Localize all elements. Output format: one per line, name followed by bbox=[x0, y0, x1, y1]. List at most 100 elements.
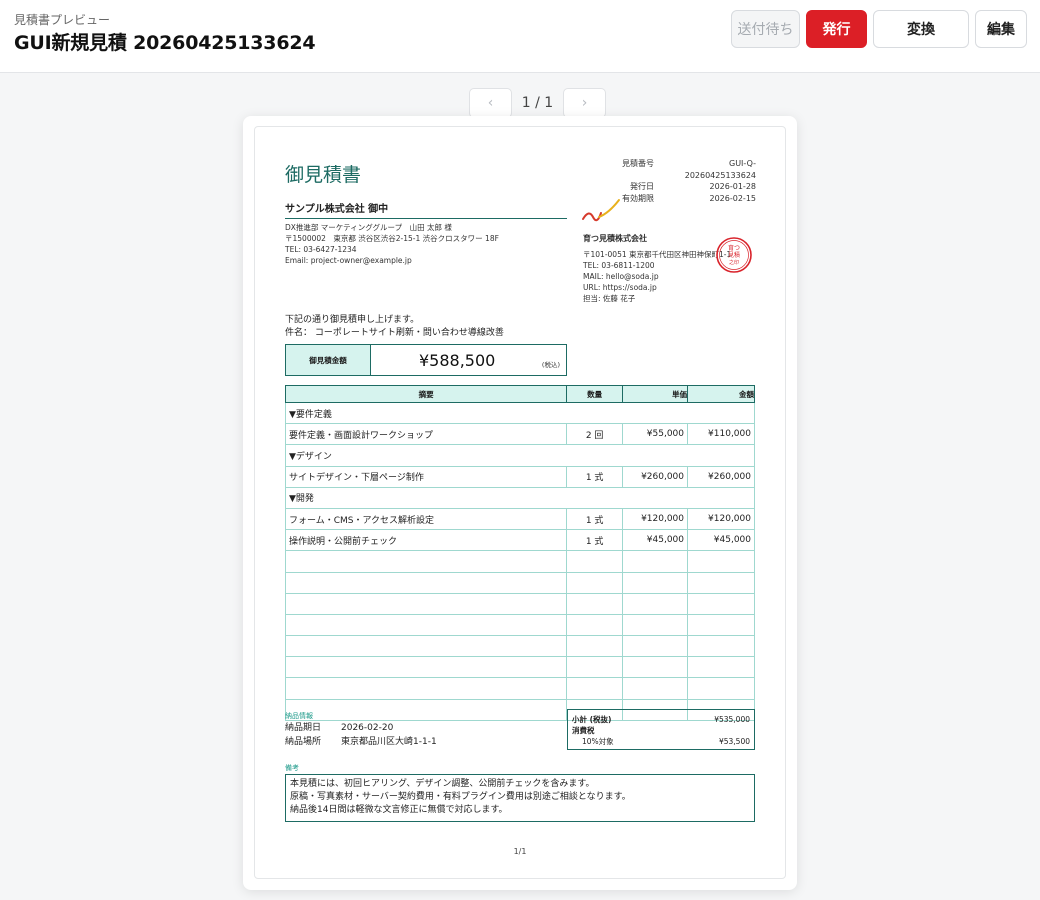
meta-value: 2026-01-28 bbox=[709, 182, 757, 191]
meta-row-issue-date: 発行日 2026-01-28 bbox=[606, 181, 756, 193]
cell-qty: 1 式 bbox=[566, 465, 624, 488]
cell-unit: ¥120,000 bbox=[622, 507, 689, 531]
section-title: ▼デザイン bbox=[285, 444, 755, 467]
issuer-line: TEL: 03-6811-1200 bbox=[583, 261, 655, 270]
company-logo bbox=[582, 199, 620, 222]
cell-qty bbox=[566, 550, 624, 573]
company-seal: 育つ 見積 之印 bbox=[716, 237, 752, 273]
meta-row-number: 見積番号 GUI-Q-20260425133624 bbox=[606, 158, 756, 181]
subtotal-label: 小計 (税抜) bbox=[572, 715, 612, 724]
chevron-right-icon: › bbox=[581, 95, 588, 111]
table-row bbox=[284, 613, 755, 637]
meta-row-expiry: 有効期限 2026-02-15 bbox=[606, 193, 756, 205]
delivery-info: 納品期日 2026-02-20 納品場所 東京都品川区大崎1-1-1 bbox=[285, 721, 437, 749]
table-row bbox=[284, 677, 755, 700]
delivery-date-label: 納品期日 bbox=[285, 723, 322, 733]
cell-amount bbox=[687, 656, 755, 679]
document-title: 御見積書 bbox=[285, 164, 362, 186]
col-header-unit: 単価 bbox=[622, 385, 689, 403]
cell-unit bbox=[622, 677, 689, 700]
delivery-place-label: 納品場所 bbox=[285, 737, 322, 747]
cell-amount bbox=[687, 677, 755, 700]
issuer-line: MAIL: hello@soda.jp bbox=[583, 272, 659, 281]
svg-text:之印: 之印 bbox=[729, 259, 739, 266]
total-amount: ¥588,500 bbox=[419, 351, 496, 370]
tax-rate-row: 10%対象 ¥53,500 bbox=[572, 736, 750, 747]
cell-amount bbox=[687, 613, 755, 637]
cell-amount: ¥110,000 bbox=[687, 423, 755, 446]
table-header-row: 摘要 数量 単価 金額 bbox=[284, 385, 755, 403]
page-indicator: 1 / 1 bbox=[521, 95, 554, 111]
client-info: DX推進部 マーケティンググループ 山田 太郎 様 〒1500002 東京都 渋… bbox=[285, 222, 499, 266]
delivery-place-value: 東京都品川区大崎1-1-1 bbox=[341, 737, 437, 747]
client-name: サンプル株式会社 御中 bbox=[285, 200, 567, 219]
cell-desc bbox=[284, 656, 568, 679]
table-row bbox=[284, 550, 755, 573]
svg-text:見積: 見積 bbox=[728, 251, 740, 259]
cell-desc bbox=[284, 613, 568, 637]
cell-qty: 2 回 bbox=[566, 423, 624, 446]
cell-unit bbox=[622, 635, 689, 658]
meta-label: 見積番号 bbox=[622, 159, 654, 168]
table-row bbox=[284, 656, 755, 679]
line-items-table: 摘要 数量 単価 金額 ▼要件定義 要件定義・画面設計ワークショップ 2 回 ¥55,… bbox=[284, 385, 755, 721]
tax-included-note: (税込) bbox=[541, 361, 560, 369]
cell-desc bbox=[284, 677, 568, 700]
cell-unit bbox=[622, 550, 689, 573]
cell-unit: ¥55,000 bbox=[622, 423, 689, 446]
cell-qty: 1 式 bbox=[566, 529, 624, 552]
issuer-line: 〒101-0051 東京都千代田区神田神保町1-1 bbox=[583, 250, 732, 259]
cell-amount bbox=[687, 635, 755, 658]
cell-unit bbox=[622, 571, 689, 594]
col-header-qty: 数量 bbox=[566, 385, 624, 403]
cell-unit bbox=[622, 613, 689, 637]
meta-value: GUI-Q-20260425133624 bbox=[684, 159, 756, 180]
section-row: ▼要件定義 bbox=[285, 401, 755, 425]
summary-box: 小計 (税抜) ¥535,000 消費税 10%対象 ¥53,500 bbox=[567, 709, 755, 750]
issuer-line: URL: https://soda.jp bbox=[583, 283, 657, 292]
cell-qty bbox=[566, 635, 624, 658]
subtotal-row: 小計 (税抜) ¥535,000 bbox=[572, 714, 750, 725]
table-row: サイトデザイン・下層ページ制作 1 式 ¥260,000 ¥260,000 bbox=[284, 465, 755, 488]
cell-amount bbox=[687, 592, 755, 615]
note-line: 本見積には、初回ヒアリング、デザイン調整、公開前チェックを含みます。 bbox=[290, 779, 595, 789]
cell-amount: ¥45,000 bbox=[687, 529, 755, 552]
table-row: フォーム・CMS・アクセス解析設定 1 式 ¥120,000 ¥120,000 bbox=[284, 507, 755, 531]
section-title: ▼要件定義 bbox=[285, 401, 755, 425]
intro-line: 下記の通り御見積申し上げます。 bbox=[285, 315, 420, 325]
top-bar: 見積書プレビュー GUI新規見積 20260425133624 送付待ち 発行 … bbox=[0, 0, 1040, 73]
cell-desc: 操作説明・公開前チェック bbox=[284, 529, 568, 552]
table-row bbox=[284, 635, 755, 658]
client-line: 〒1500002 東京都 渋谷区渋谷2-15-1 渋谷クロスタワー 18F bbox=[285, 234, 499, 243]
meta-value: 2026-02-15 bbox=[709, 193, 757, 203]
next-page-button[interactable]: › bbox=[563, 88, 606, 118]
client-line: DX推進部 マーケティンググループ 山田 太郎 様 bbox=[285, 223, 452, 232]
cell-desc: フォーム・CMS・アクセス解析設定 bbox=[284, 507, 568, 531]
notes-label: 備考 bbox=[285, 764, 299, 772]
cell-amount: ¥260,000 bbox=[687, 465, 755, 488]
issue-button[interactable]: 発行 bbox=[806, 10, 867, 48]
table-row: 要件定義・画面設計ワークショップ 2 回 ¥55,000 ¥110,000 bbox=[284, 423, 755, 446]
svg-text:育つ: 育つ bbox=[728, 244, 740, 252]
subtotal-value: ¥535,000 bbox=[714, 715, 750, 724]
chevron-left-icon: ‹ bbox=[487, 95, 494, 111]
convert-button[interactable]: 変換 bbox=[873, 10, 969, 48]
subject-line: 件名： コーポレートサイト刷新・問い合わせ導線改善 bbox=[285, 328, 504, 338]
cell-qty bbox=[566, 656, 624, 679]
total-value-cell: ¥588,500 (税込) bbox=[371, 345, 566, 375]
cell-qty bbox=[566, 613, 624, 637]
tax-row: 消費税 bbox=[572, 725, 750, 736]
section-title: ▼開発 bbox=[285, 486, 755, 509]
prev-page-button[interactable]: ‹ bbox=[469, 88, 512, 118]
note-line: 原稿・写真素材・サーバー契約費用・有料プラグイン費用は別途ご相談となります。 bbox=[290, 792, 631, 802]
table-row bbox=[284, 592, 755, 615]
edit-button[interactable]: 編集 bbox=[975, 10, 1027, 48]
cell-desc: サイトデザイン・下層ページ制作 bbox=[284, 465, 568, 488]
notes-box: 本見積には、初回ヒアリング、デザイン調整、公開前チェックを含みます。 原稿・写真… bbox=[285, 774, 755, 822]
total-amount-box: 御見積金額 ¥588,500 (税込) bbox=[285, 344, 567, 376]
pending-status-button[interactable]: 送付待ち bbox=[731, 10, 800, 48]
col-header-desc: 摘要 bbox=[284, 385, 568, 403]
tax-label: 消費税 bbox=[572, 726, 595, 735]
page-title: GUI新規見積 20260425133624 bbox=[14, 32, 316, 54]
section-row: ▼開発 bbox=[285, 486, 755, 509]
